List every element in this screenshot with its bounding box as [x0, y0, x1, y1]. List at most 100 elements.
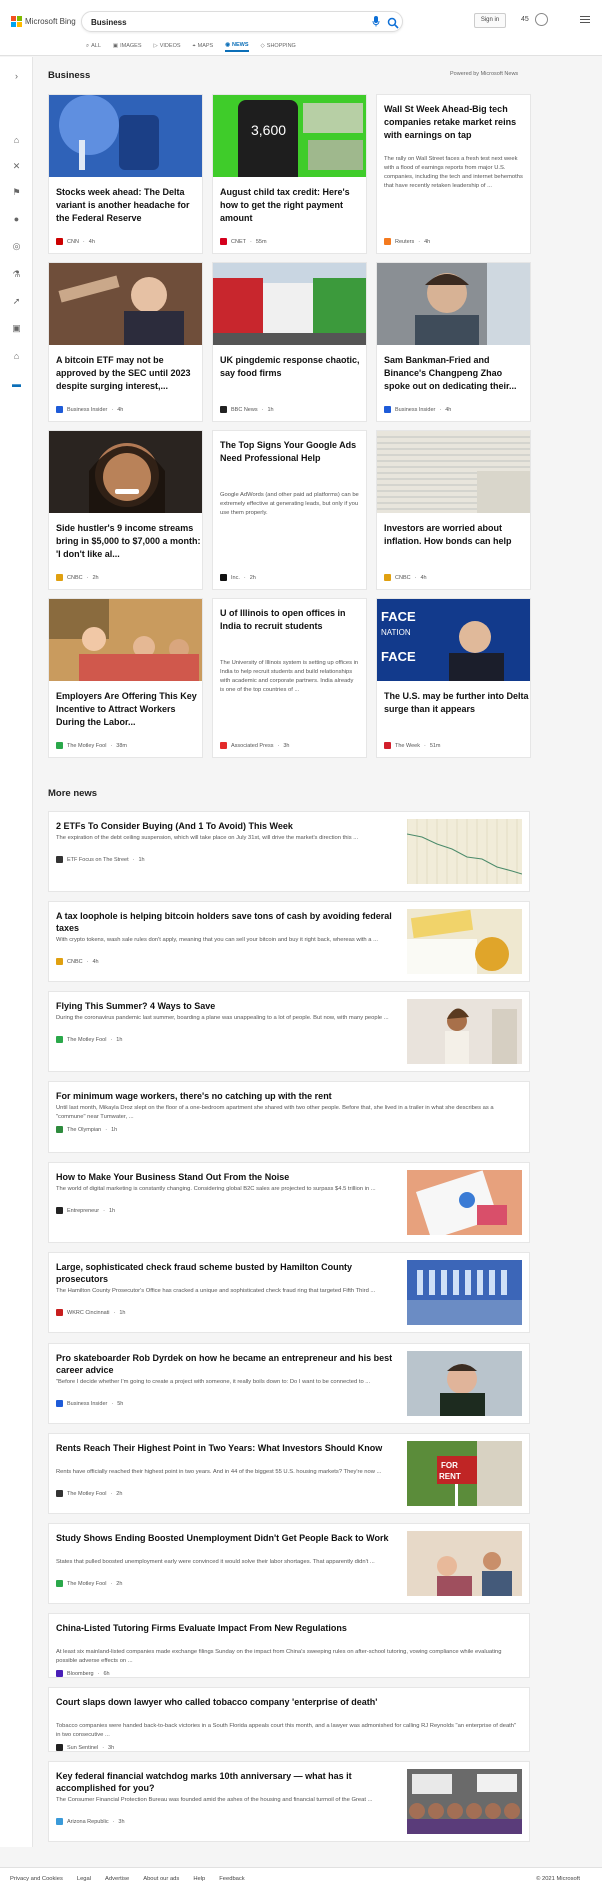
news-card-image[interactable] [377, 263, 530, 345]
news-list-item[interactable]: A tax loophole is helping bitcoin holder… [48, 901, 530, 982]
tab-videos[interactable]: ▷ VIDEOS [154, 40, 181, 52]
news-card-image[interactable] [49, 599, 202, 681]
news-card-title[interactable]: UK pingdemic response chaotic, say food … [220, 354, 366, 380]
news-item-thumbnail[interactable] [407, 1351, 522, 1416]
news-card-source[interactable]: The Week · 51m [384, 742, 441, 749]
news-card[interactable]: Employers Are Offering This Key Incentiv… [48, 598, 203, 758]
bank-icon[interactable]: ⌂ [11, 351, 22, 362]
news-card-title[interactable]: August child tax credit: Here's how to g… [220, 186, 366, 225]
news-item-source[interactable]: The Olympian · 1h [56, 1126, 117, 1133]
news-item-title[interactable]: Flying This Summer? 4 Ways to Save [56, 1000, 396, 1012]
news-card-source[interactable]: CNET · 55m [220, 238, 267, 245]
news-list-item[interactable]: Study Shows Ending Boosted Unemployment … [48, 1523, 530, 1604]
news-item-title[interactable]: Rents Reach Their Highest Point in Two Y… [56, 1442, 396, 1454]
news-card-image[interactable] [49, 431, 202, 513]
news-card[interactable]: Stocks week ahead: The Delta variant is … [48, 94, 203, 254]
tab-news[interactable]: ◉ NEWS [225, 40, 249, 52]
news-item-source[interactable]: WKRC Cincinnati · 1h [56, 1309, 125, 1316]
news-card-title[interactable]: Stocks week ahead: The Delta variant is … [56, 186, 202, 225]
news-item-thumbnail[interactable] [407, 1531, 522, 1596]
news-card-source[interactable]: Inc. · 2h [220, 574, 256, 581]
news-card-image[interactable] [49, 263, 202, 351]
tab-maps[interactable]: ⌖ MAPS [193, 40, 214, 52]
news-card-source[interactable]: Associated Press · 3h [220, 742, 289, 749]
location-icon[interactable]: ● [11, 214, 22, 225]
footer-link[interactable]: Legal [77, 1876, 91, 1882]
news-item-title[interactable]: Court slaps down lawyer who called tobac… [56, 1696, 396, 1708]
news-card-source[interactable]: The Motley Fool · 38m [56, 742, 127, 749]
footer-link[interactable]: Feedback [219, 1876, 244, 1882]
news-card-image[interactable] [213, 263, 366, 345]
microphone-icon[interactable] [370, 16, 382, 28]
news-card-source[interactable]: Business Insider · 4h [56, 406, 123, 413]
news-item-source[interactable]: The Motley Fool · 2h [56, 1490, 122, 1497]
news-list-item[interactable]: Court slaps down lawyer who called tobac… [48, 1687, 530, 1752]
chevron-right-icon[interactable]: › [11, 71, 22, 82]
bing-logo[interactable]: Microsoft Bing [11, 16, 76, 27]
news-card-source[interactable]: CNN · 4h [56, 238, 95, 245]
news-card-title[interactable]: Side hustler's 9 income streams bring in… [56, 522, 202, 561]
search-input[interactable] [91, 15, 351, 29]
news-item-thumbnail[interactable]: FOR RENT [407, 1441, 522, 1506]
news-item-title[interactable]: 2 ETFs To Consider Buying (And 1 To Avoi… [56, 820, 396, 832]
footer-link[interactable]: About our ads [143, 1876, 179, 1882]
sign-in-button[interactable]: Sign in [474, 13, 506, 28]
news-card-image[interactable] [377, 431, 530, 516]
news-card-title[interactable]: Sam Bankman-Fried and Binance's Changpen… [384, 354, 530, 393]
news-item-source[interactable]: Sun Sentinel · 3h [56, 1744, 114, 1751]
news-item-title[interactable]: Study Shows Ending Boosted Unemployment … [56, 1532, 396, 1544]
news-card-image[interactable]: 3,600 [213, 95, 366, 185]
news-card[interactable]: A bitcoin ETF may not be approved by the… [48, 262, 203, 422]
news-item-source[interactable]: ETF Focus on The Street · 1h [56, 856, 145, 863]
news-item-source[interactable]: The Motley Fool · 2h [56, 1580, 122, 1587]
footer-link[interactable]: Privacy and Cookies [10, 1876, 63, 1882]
tab-images[interactable]: ▣ IMAGES [113, 40, 142, 52]
search-box[interactable] [81, 11, 403, 32]
news-item-title[interactable]: Key federal financial watchdog marks 10t… [56, 1770, 396, 1794]
news-list-item[interactable]: Rents Reach Their Highest Point in Two Y… [48, 1433, 530, 1514]
news-card-title[interactable]: The U.S. may be further into Delta surge… [384, 690, 530, 716]
news-list-item[interactable]: Flying This Summer? 4 Ways to Save During… [48, 991, 530, 1072]
news-item-title[interactable]: A tax loophole is helping bitcoin holder… [56, 910, 396, 934]
rewards-medal-icon[interactable] [535, 13, 548, 26]
news-card[interactable]: The Top Signs Your Google Ads Need Profe… [212, 430, 367, 590]
news-card-source[interactable]: Reuters · 4h [384, 238, 430, 245]
news-item-thumbnail[interactable] [407, 909, 522, 974]
home-icon[interactable]: ⌂ [11, 135, 22, 146]
footer-link[interactable]: Help [193, 1876, 205, 1882]
news-card[interactable]: U of Illinois to open offices in India t… [212, 598, 367, 758]
news-item-title[interactable]: Large, sophisticated check fraud scheme … [56, 1261, 396, 1285]
news-item-source[interactable]: Business Insider · 5h [56, 1400, 123, 1407]
news-card-title[interactable]: Employers Are Offering This Key Incentiv… [56, 690, 202, 729]
news-card[interactable]: Investors are worried about inflation. H… [376, 430, 531, 590]
news-list-item[interactable]: Large, sophisticated check fraud scheme … [48, 1252, 530, 1333]
news-card[interactable]: FACE NATION FACE The U.S. may be further in… [376, 598, 531, 758]
news-list-item[interactable]: How to Make Your Business Stand Out From… [48, 1162, 530, 1243]
news-item-source[interactable]: CNBC · 4h [56, 958, 99, 965]
news-item-source[interactable]: Entrepreneur · 1h [56, 1207, 115, 1214]
news-card-source[interactable]: CNBC · 4h [384, 574, 427, 581]
news-list-item[interactable]: For minimum wage workers, there's no cat… [48, 1081, 530, 1153]
news-list-item[interactable]: 2 ETFs To Consider Buying (And 1 To Avoi… [48, 811, 530, 892]
news-item-title[interactable]: How to Make Your Business Stand Out From… [56, 1171, 396, 1183]
hamburger-menu-icon[interactable] [580, 16, 590, 25]
tab-all[interactable]: ⌕ ALL [86, 40, 101, 52]
news-item-thumbnail[interactable] [407, 1769, 522, 1834]
news-item-title[interactable]: China-Listed Tutoring Firms Evaluate Imp… [56, 1622, 396, 1634]
entertainment-icon[interactable]: ▣ [11, 323, 22, 334]
footer-link[interactable]: Advertise [105, 1876, 129, 1882]
news-card[interactable]: 3,600 August child tax credit: Here's how… [212, 94, 367, 254]
news-card[interactable]: Wall St Week Ahead-Big tech companies re… [376, 94, 531, 254]
news-card-source[interactable]: BBC News · 1h [220, 406, 274, 413]
news-item-source[interactable]: Arizona Republic · 3h [56, 1818, 125, 1825]
news-card-title[interactable]: Wall St Week Ahead-Big tech companies re… [384, 103, 530, 142]
news-item-thumbnail[interactable] [407, 1170, 522, 1235]
news-list-item[interactable]: China-Listed Tutoring Firms Evaluate Imp… [48, 1613, 530, 1678]
news-card-image[interactable] [49, 95, 202, 177]
sports-icon[interactable]: ✕ [11, 161, 22, 172]
news-card-source[interactable]: CNBC · 2h [56, 574, 99, 581]
news-item-title[interactable]: Pro skateboarder Rob Dyrdek on how he be… [56, 1352, 396, 1376]
news-card-title[interactable]: A bitcoin ETF may not be approved by the… [56, 354, 202, 393]
search-icon[interactable] [387, 16, 399, 29]
news-list-item[interactable]: Pro skateboarder Rob Dyrdek on how he be… [48, 1343, 530, 1424]
